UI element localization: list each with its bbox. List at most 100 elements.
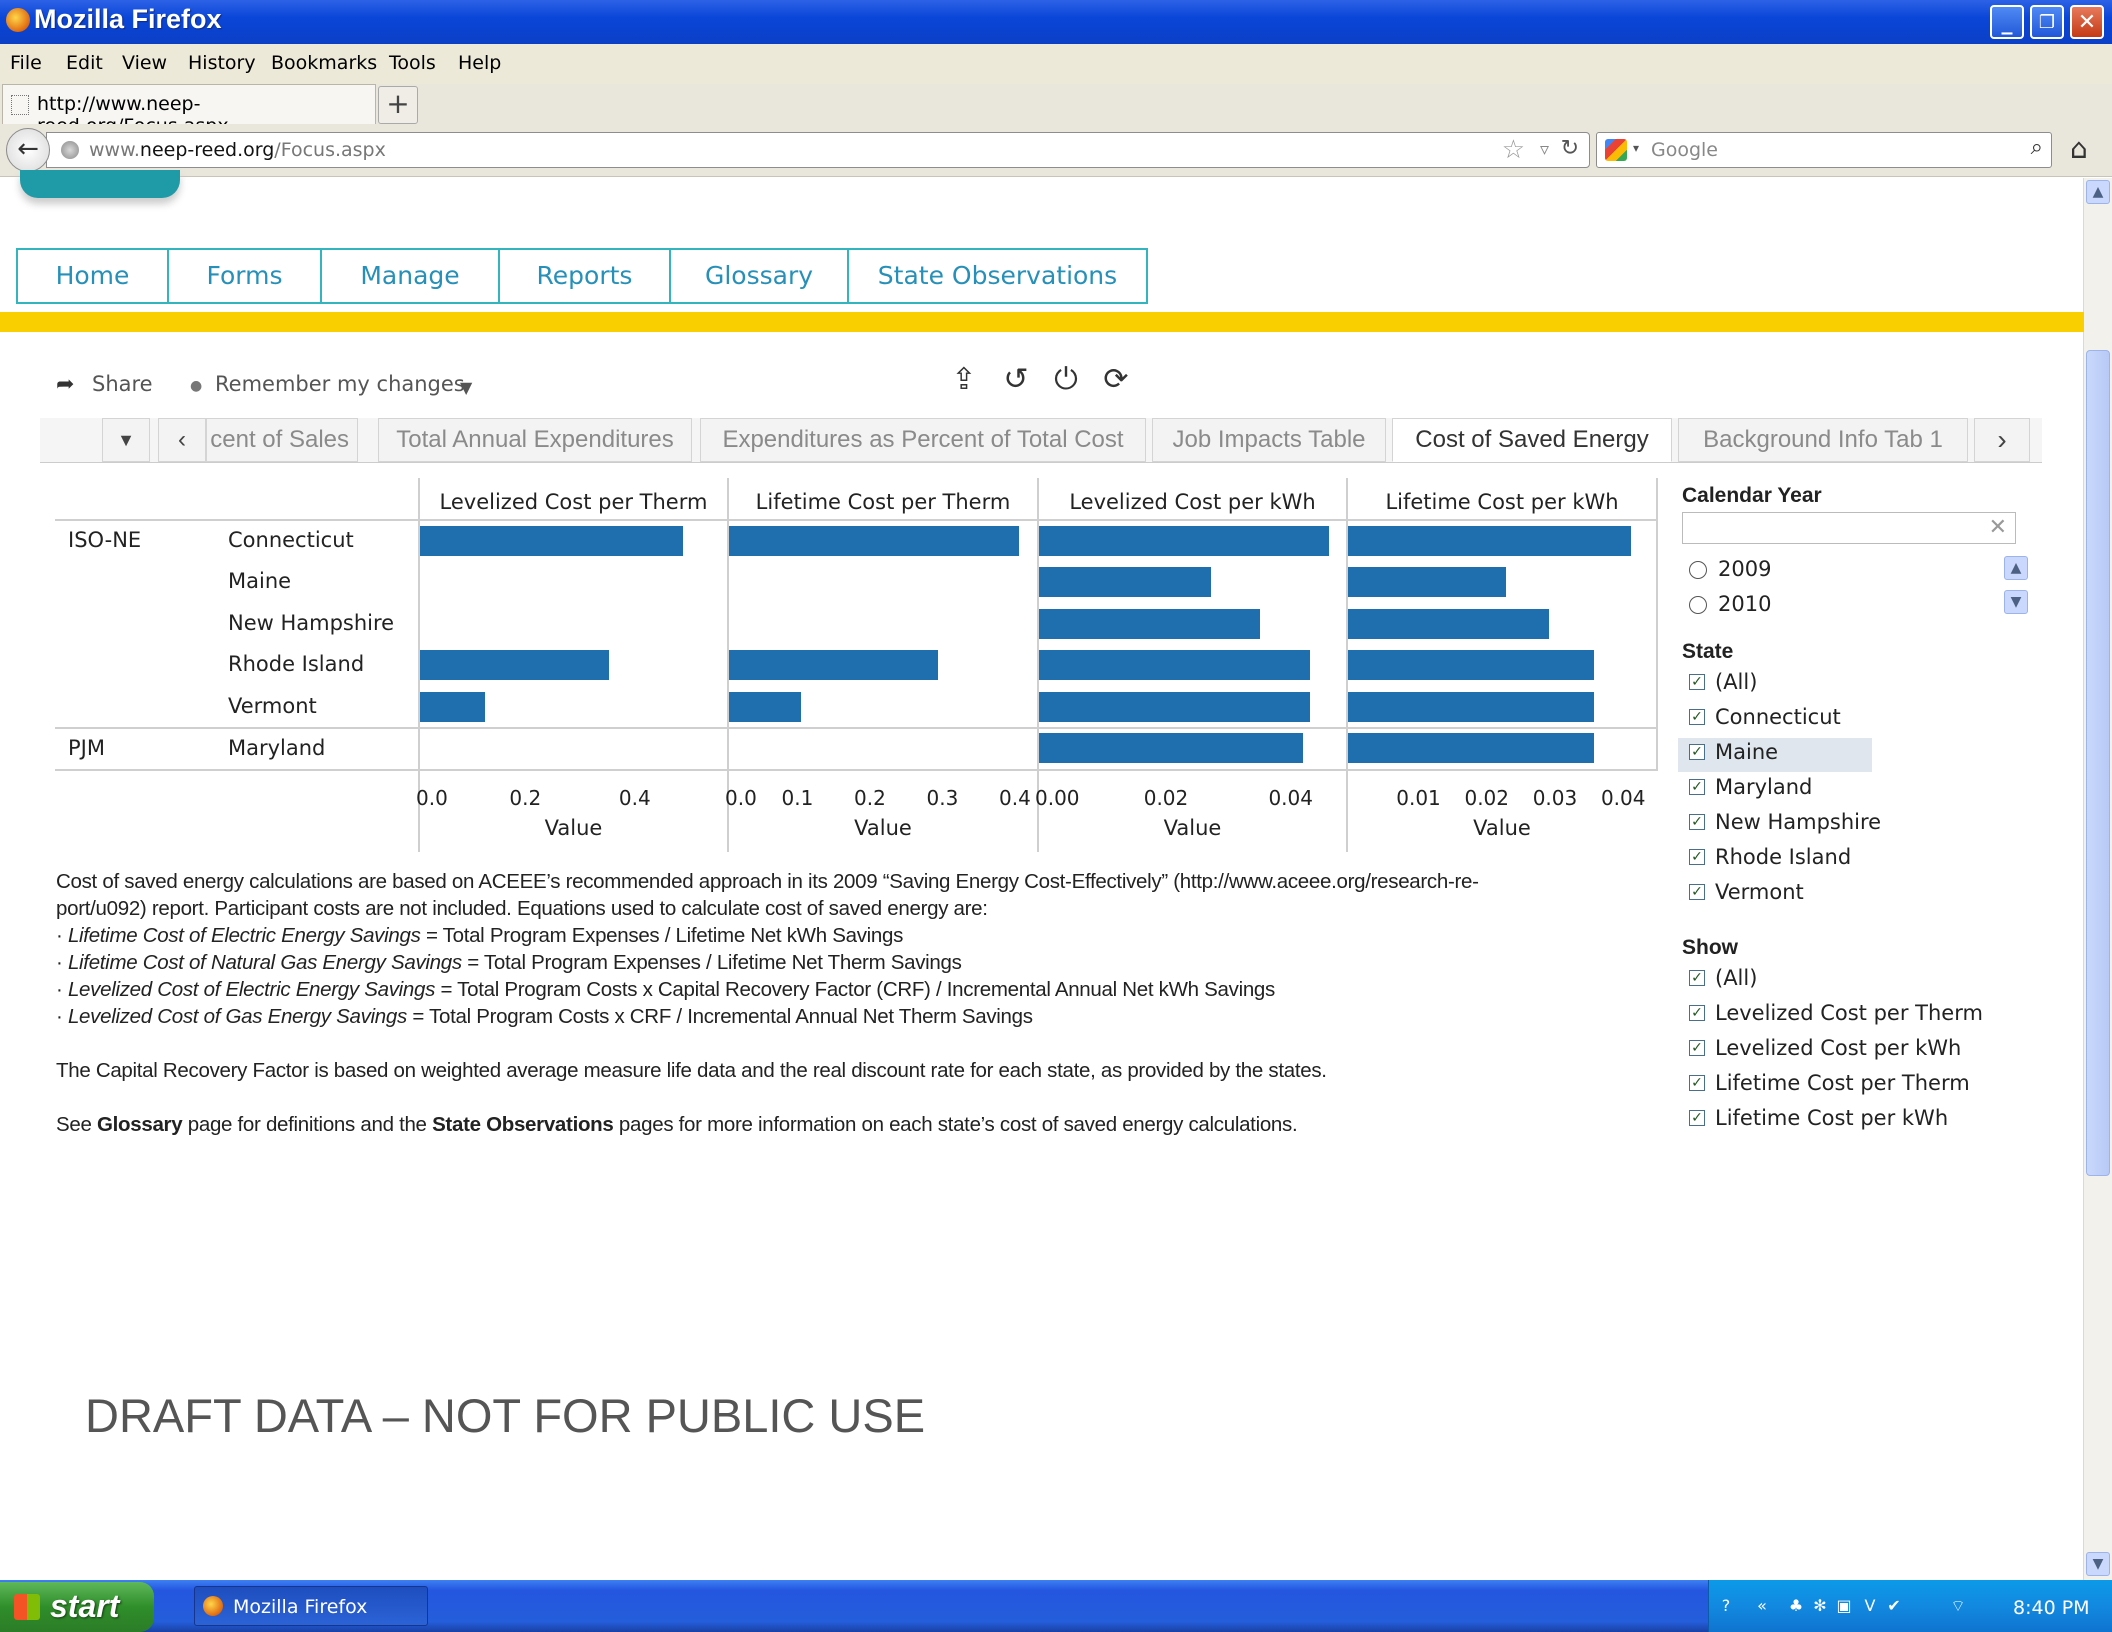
panel-header: Levelized Cost per kWh [1069, 490, 1316, 514]
sheet-tab[interactable]: Background Info Tab 1 [1678, 418, 1968, 462]
scroll-down-button[interactable]: ▼ [2086, 1552, 2110, 1576]
settings-tray-icon[interactable]: ✻ [1810, 1596, 1830, 1616]
year-radio[interactable] [1689, 596, 1707, 614]
show-option-label[interactable]: Levelized Cost per kWh [1715, 1036, 1961, 1060]
state-option-label[interactable]: Vermont [1715, 880, 1804, 904]
state-checkbox[interactable]: ✓ [1689, 849, 1705, 865]
x-tick-label: 0.0 [416, 786, 448, 810]
chart-bar[interactable] [729, 692, 801, 722]
show-checkbox[interactable]: ✓ [1689, 1075, 1705, 1091]
wireless-tray-icon[interactable]: ⌔ [1948, 1596, 1968, 1616]
state-checkbox[interactable]: ✓ [1689, 709, 1705, 725]
state-label: New Hampshire [228, 611, 395, 635]
taskbar-firefox-item[interactable]: Mozilla Firefox [194, 1586, 428, 1626]
chart-bar[interactable] [1348, 692, 1594, 722]
show-checkbox[interactable]: ✓ [1689, 1040, 1705, 1056]
state-option-label[interactable]: Maine [1715, 740, 1778, 764]
show-option-label[interactable]: Lifetime Cost per Therm [1715, 1071, 1970, 1095]
chart-bar[interactable] [1039, 692, 1311, 722]
chart-bar[interactable] [420, 526, 683, 556]
vpn-tray-icon[interactable]: V [1860, 1596, 1880, 1616]
chart-bar[interactable] [1348, 567, 1507, 597]
network-tray-icon[interactable]: ♣ [1786, 1596, 1806, 1616]
chart-bar[interactable] [1039, 526, 1329, 556]
chart-bar[interactable] [1039, 609, 1261, 639]
panel-divider [1656, 478, 1658, 770]
state-option-label[interactable]: Maryland [1715, 775, 1812, 799]
glossary-note: See Glossary page for definitions and th… [56, 1113, 1298, 1136]
x-tick-label: 0.0 [725, 786, 757, 810]
chart-bar[interactable] [1348, 609, 1550, 639]
firefox-icon [203, 1596, 223, 1616]
chart-bar[interactable] [1348, 733, 1594, 763]
state-option-label[interactable]: Rhode Island [1715, 845, 1851, 869]
sheet-tab-next-button[interactable]: › [1974, 418, 2030, 462]
axis-rule [55, 769, 1658, 771]
state-option-label[interactable]: New Hampshire [1715, 810, 1881, 834]
x-tick-label: 0.02 [1143, 786, 1189, 810]
region-label: PJM [68, 736, 105, 760]
year-option-label[interactable]: 2009 [1718, 557, 1771, 581]
scroll-up-button[interactable]: ▲ [2086, 180, 2110, 204]
monitor-tray-icon[interactable]: ▣ [1834, 1596, 1854, 1616]
chart-bar[interactable] [1039, 567, 1211, 597]
chart-bar[interactable] [1348, 650, 1594, 680]
x-tick-label: 0.00 [1035, 786, 1080, 810]
chart-bar[interactable] [729, 650, 938, 680]
year-list-scroll-down-button[interactable]: ▼ [2004, 590, 2028, 614]
cost-of-saved-energy-chart: Levelized Cost per Therm Lifetime Cost p… [0, 0, 1680, 860]
start-button[interactable]: start [0, 1582, 154, 1632]
x-tick-label: 0.4 [618, 786, 651, 810]
x-axis-label: Value [544, 816, 603, 840]
chart-bar[interactable] [420, 650, 609, 680]
state-label: Maryland [228, 736, 326, 760]
chart-bar[interactable] [729, 526, 1019, 556]
chart-bar[interactable] [1039, 650, 1311, 680]
region-rule [55, 727, 1658, 729]
draft-notice: DRAFT DATA – NOT FOR PUBLIC USE [85, 1389, 926, 1442]
chart-bar[interactable] [1348, 526, 1632, 556]
calendar-year-search-input[interactable]: ✕ [1682, 512, 2016, 544]
show-checkbox[interactable]: ✓ [1689, 970, 1705, 986]
show-option-label[interactable]: Lifetime Cost per kWh [1715, 1106, 1948, 1130]
state-label: Maine [228, 569, 292, 593]
chart-bar[interactable] [420, 692, 485, 722]
state-checkbox[interactable]: ✓ [1689, 744, 1705, 760]
clear-icon[interactable]: ✕ [1989, 515, 2007, 540]
x-tick-label: 0.1 [781, 786, 814, 810]
show-option-label[interactable]: Levelized Cost per Therm [1715, 1001, 1983, 1025]
equation-line: · Lifetime Cost of Electric Energy Savin… [56, 924, 904, 947]
close-button[interactable]: ✕ [2070, 5, 2104, 39]
search-magnifier-icon[interactable]: ⌕ [2031, 135, 2043, 160]
x-tick-label: 0.4 [999, 786, 1031, 810]
show-checkbox[interactable]: ✓ [1689, 1005, 1705, 1021]
x-tick-label: 0.2 [854, 786, 886, 810]
chart-bar[interactable] [1039, 733, 1303, 763]
show-option-label[interactable]: (All) [1715, 966, 1757, 990]
state-option-label[interactable]: Connecticut [1715, 705, 1841, 729]
maximize-button[interactable]: ❐ [2030, 5, 2064, 39]
year-list-scroll-up-button[interactable]: ▲ [2004, 556, 2028, 580]
note-line: Cost of saved energy calculations are ba… [56, 870, 1479, 893]
security-tray-icon[interactable]: ✔ [1884, 1596, 1904, 1616]
x-tick-label: 0.02 [1464, 786, 1509, 810]
state-filter-title: State [1682, 640, 1734, 663]
chevron-tray-icon[interactable]: « [1752, 1596, 1772, 1616]
state-checkbox[interactable]: ✓ [1689, 814, 1705, 830]
year-option-label[interactable]: 2010 [1718, 592, 1771, 616]
state-checkbox[interactable]: ✓ [1689, 674, 1705, 690]
region-label: ISO-NE [68, 528, 142, 552]
state-checkbox[interactable]: ✓ [1689, 884, 1705, 900]
scrollbar-thumb[interactable] [2086, 350, 2110, 1176]
state-option-label[interactable]: (All) [1715, 670, 1757, 694]
show-checkbox[interactable]: ✓ [1689, 1110, 1705, 1126]
help-tray-icon[interactable]: ? [1716, 1596, 1736, 1616]
x-tick-label: 0.04 [1600, 786, 1646, 810]
year-radio[interactable] [1689, 561, 1707, 579]
home-icon[interactable]: ⌂ [2070, 132, 2088, 165]
equation-line: · Levelized Cost of Gas Energy Savings =… [56, 1005, 1033, 1028]
state-checkbox[interactable]: ✓ [1689, 779, 1705, 795]
x-tick-label: 0.01 [1396, 786, 1441, 810]
x-axis-label: Value [1473, 816, 1531, 840]
minimize-button[interactable]: _ [1990, 5, 2024, 39]
